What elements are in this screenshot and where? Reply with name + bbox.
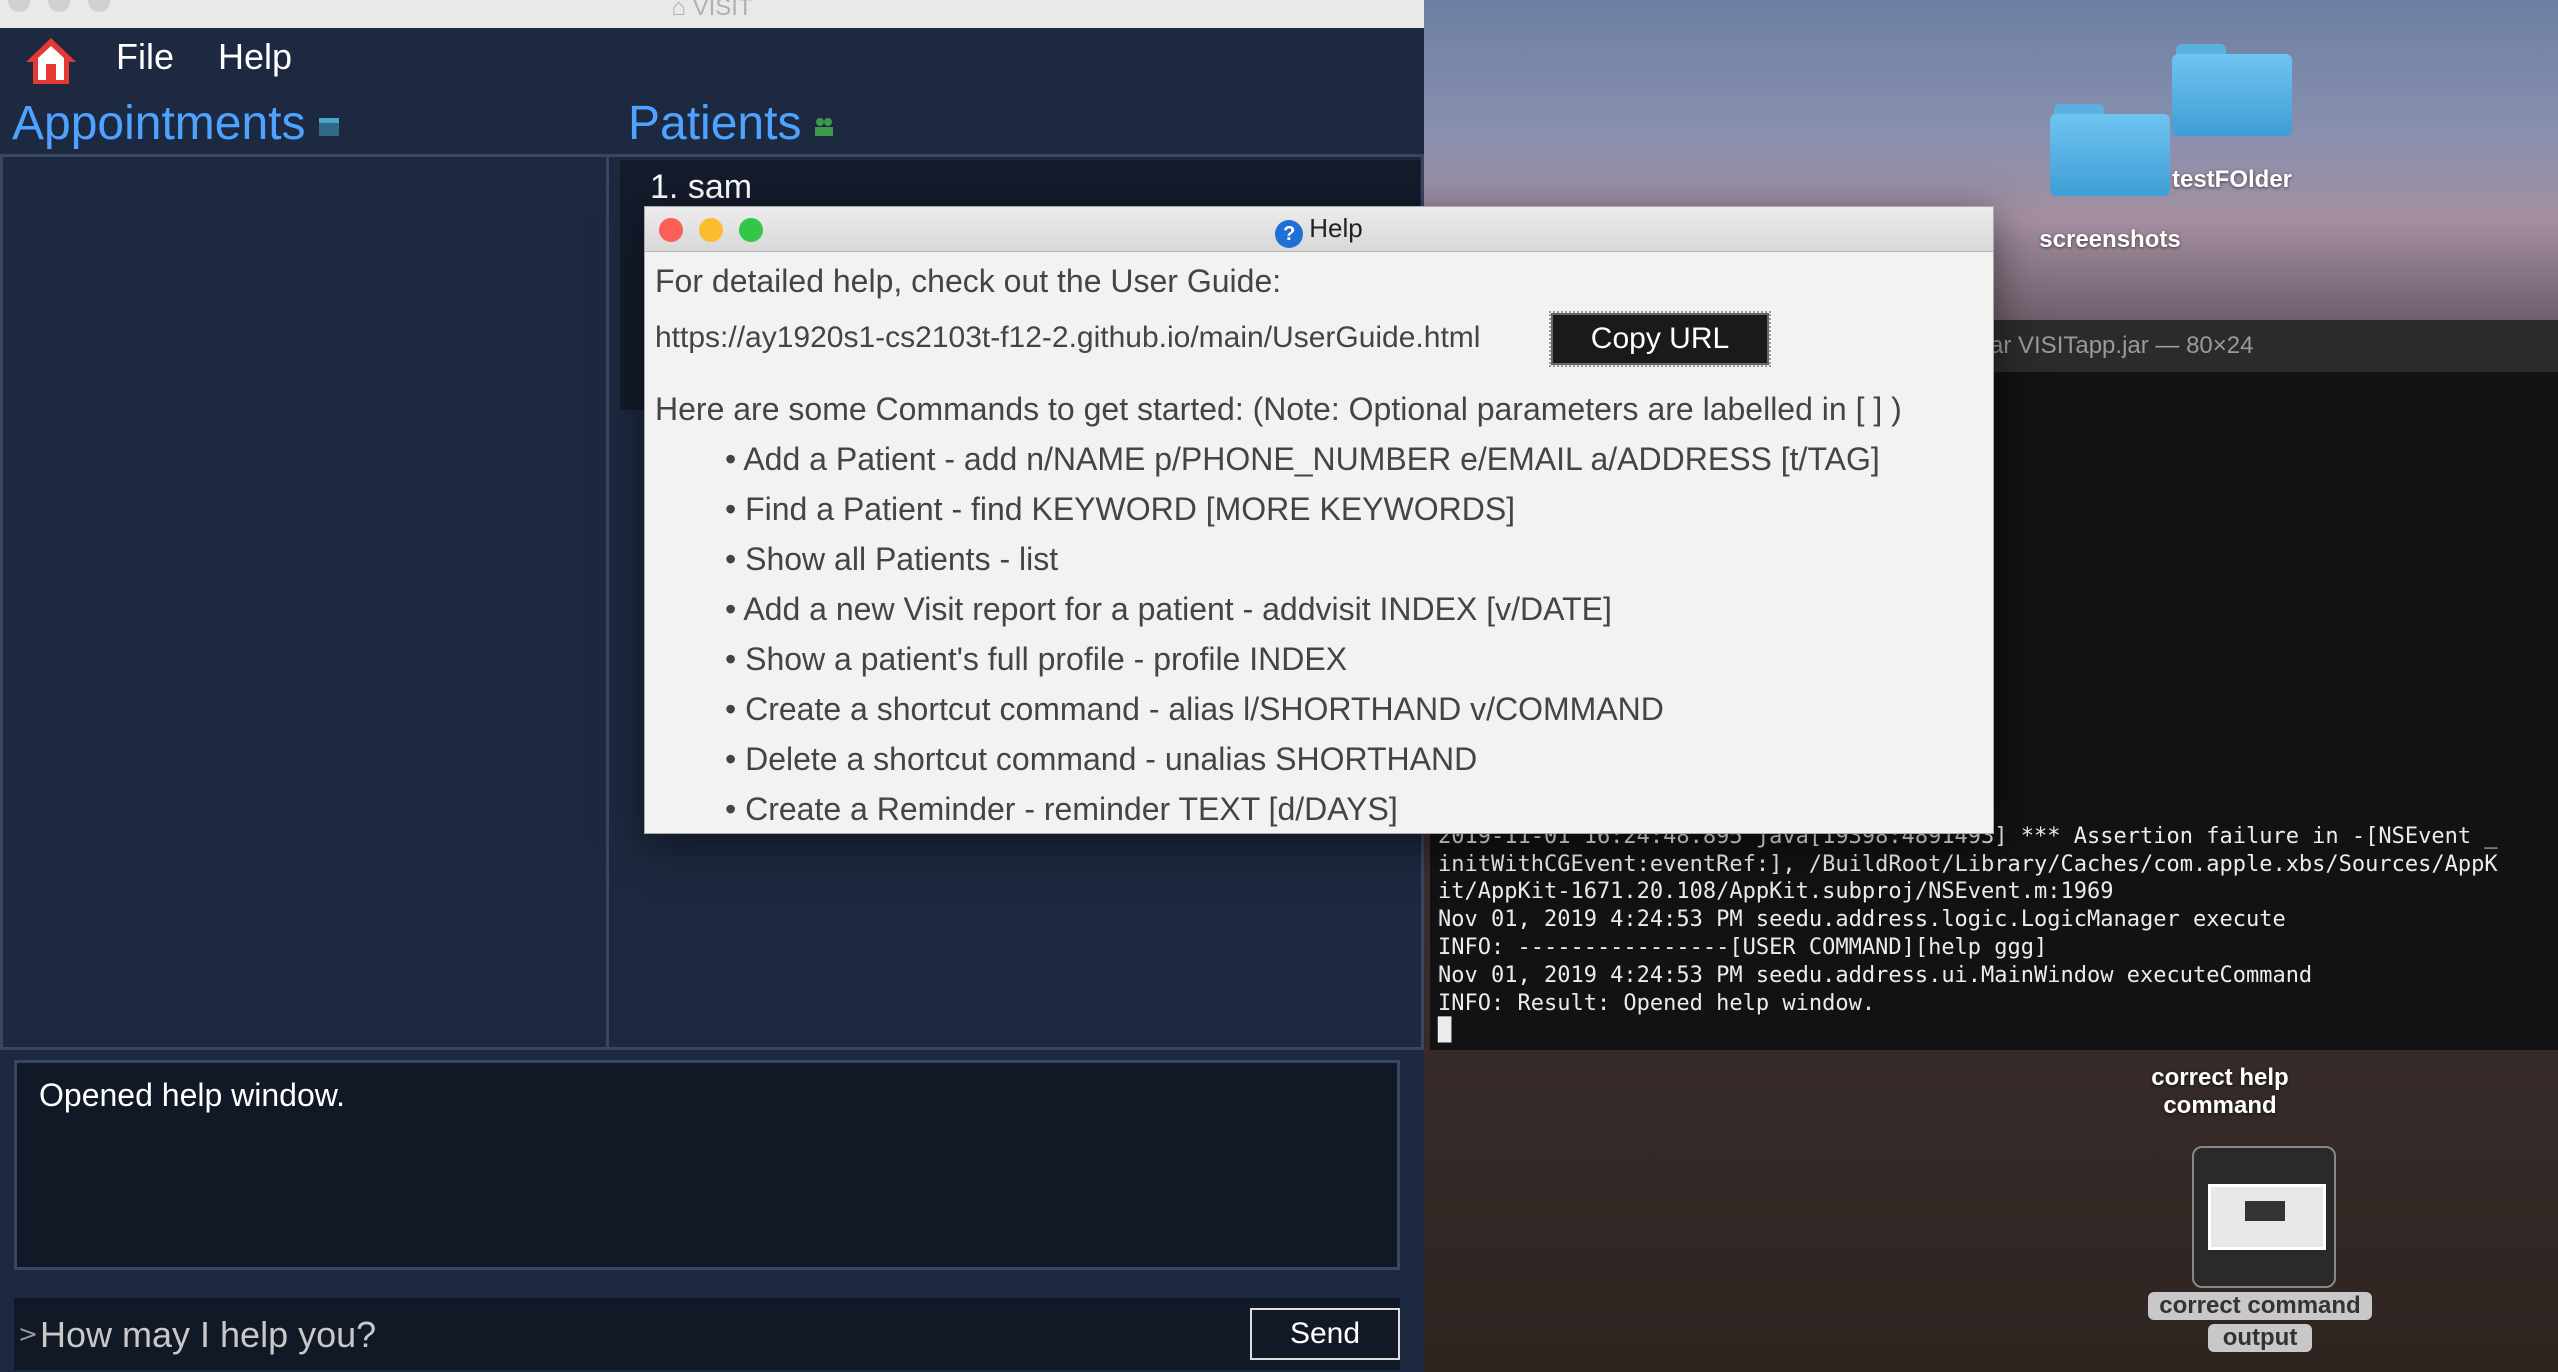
appointments-title: Appointments — [12, 97, 306, 150]
terminal-line: Nov 01, 2019 4:24:53 PM seedu.address.lo… — [1438, 907, 2286, 933]
question-icon: ? — [1275, 220, 1304, 248]
command-item: • Find a Patient - find KEYWORD [MORE KE… — [725, 491, 1516, 527]
terminal-line: INFO: Result: Opened help window. — [1438, 990, 1876, 1016]
patient-name: sam — [687, 168, 753, 206]
thumbnail-label[interactable]: output — [2208, 1324, 2312, 1352]
folder-icon[interactable] — [2172, 44, 2292, 136]
window-title-text: VISIT — [692, 0, 753, 21]
command-item: • Show a patient's full profile - profil… — [725, 641, 1348, 677]
window-title: ⌂ VISIT — [0, 0, 1424, 22]
command-item: • Show all Patients - list — [725, 541, 1059, 577]
command-item: • Create a shortcut command - alias l/SH… — [725, 691, 1664, 727]
patient-entry: 1. sam — [650, 168, 752, 207]
help-title: ? Help — [645, 213, 1993, 248]
command-bar: > Send — [14, 1298, 1400, 1370]
user-guide-url: https://ay1920s1-cs2103t-f12-2.github.io… — [655, 321, 1481, 354]
help-intro: For detailed help, check out the User Gu… — [655, 263, 1282, 299]
commands-intro: Here are some Commands to get started: (… — [655, 391, 1902, 427]
patients-heading: Patients — [628, 96, 835, 151]
home-icon — [26, 38, 76, 84]
calendar-icon — [318, 118, 339, 137]
result-display: Opened help window. — [14, 1060, 1400, 1270]
menu-help[interactable]: Help — [218, 36, 292, 78]
terminal-line: initWithCGEvent:eventRef:], /BuildRoot/L… — [1438, 851, 2498, 877]
thumbnail-label-line: output — [2222, 1324, 2298, 1351]
terminal-line: Nov 01, 2019 4:24:53 PM seedu.address.ui… — [1438, 962, 2313, 988]
appointments-heading: Appointments — [12, 96, 340, 151]
terminal-line: it/AppKit-1671.20.108/AppKit.subproj/NSE… — [1438, 879, 2114, 905]
patient-index: 1. — [650, 168, 679, 206]
thumbnail-label-line: correct command — [2159, 1292, 2361, 1319]
folder-icon[interactable] — [2050, 104, 2170, 196]
screenshot-label-line: command — [2163, 1092, 2277, 1119]
appointments-panel[interactable] — [0, 154, 612, 1050]
thumbnail-label[interactable]: correct command — [2148, 1292, 2372, 1320]
terminal-line: █ — [1438, 1018, 1452, 1044]
menu-file[interactable]: File — [116, 36, 174, 78]
screenshot-thumbnail-icon[interactable] — [2192, 1146, 2336, 1288]
copy-url-button[interactable]: Copy URL — [1549, 311, 1771, 367]
command-item: • Add a new Visit report for a patient -… — [725, 591, 1612, 627]
screenshot-label[interactable]: correct help command — [2110, 1064, 2330, 1120]
help-titlebar[interactable]: ? Help — [645, 207, 1993, 252]
users-icon — [815, 118, 834, 137]
command-input[interactable] — [38, 1306, 1258, 1364]
menu-bar: File Help — [0, 28, 1424, 94]
terminal-line: INFO: ----------------[USER COMMAND][hel… — [1438, 934, 2048, 960]
screenshot-label-line: correct help — [2151, 1064, 2289, 1091]
help-window[interactable]: ? Help For detailed help, check out the U… — [644, 206, 1994, 834]
command-item: • Delete a shortcut command - unalias SH… — [725, 741, 1478, 777]
command-item: • Create a Reminder - reminder TEXT [d/D… — [725, 791, 1398, 827]
folder-label[interactable]: screenshots — [2010, 226, 2210, 254]
command-item: • Add a Patient - add n/NAME p/PHONE_NUM… — [725, 441, 1880, 477]
app-titlebar[interactable]: ⌂ VISIT — [0, 0, 1424, 29]
prompt-symbol: > — [18, 1320, 39, 1348]
send-button[interactable]: Send — [1250, 1308, 1400, 1360]
patients-title: Patients — [628, 97, 802, 150]
help-title-text: Help — [1309, 213, 1363, 243]
